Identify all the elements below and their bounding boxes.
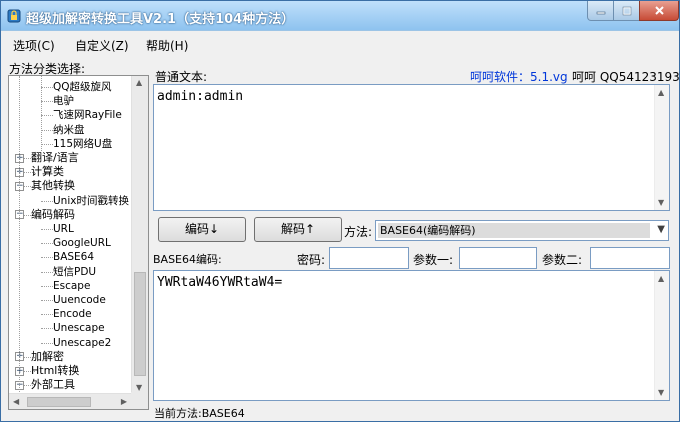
app-window: 超级加解密转换工具V2.1（支持104种方法） 选项(C) 自定义(Z) 帮助(… (0, 0, 680, 422)
tree-leaf[interactable]: 115网络U盘 (53, 137, 112, 151)
method-label: 方法: (344, 225, 373, 239)
tree-connector (41, 314, 53, 316)
tree-leaf[interactable]: 电驴 (53, 94, 74, 108)
tree-connector (41, 243, 53, 245)
password-input[interactable] (329, 247, 409, 269)
tree-node[interactable]: 加解密 (31, 350, 64, 364)
menu-options[interactable]: 选项(C) (13, 37, 55, 54)
tree-connector (41, 200, 53, 202)
tree-guide (41, 76, 42, 151)
encoded-text-area[interactable]: YWRtaW46YWRtaW4= ▲ ▼ (153, 270, 670, 401)
param1-input[interactable] (459, 247, 537, 269)
tree-leaf[interactable]: Unescape (53, 321, 105, 335)
decode-button[interactable]: 解码↑ (254, 217, 342, 242)
password-label: 密码: (297, 253, 326, 267)
plain-text-content[interactable]: admin:admin (157, 89, 243, 104)
scroll-left-arrow-icon[interactable]: ◀ (13, 397, 19, 406)
param2-label: 参数二: (542, 253, 583, 267)
tree-connector (41, 285, 53, 287)
tree-connector (41, 115, 53, 117)
status-current-method: 当前方法:BASE64 (154, 407, 245, 420)
maximize-button[interactable] (613, 1, 640, 21)
tree-connector (41, 328, 53, 330)
tree-leaf[interactable]: 纳米盘 (53, 123, 85, 137)
vendor-link[interactable]: 呵呵软件：5.1.vg (470, 68, 568, 85)
tree-connector (41, 300, 53, 301)
tree-vertical-scroll-thumb[interactable] (134, 272, 146, 376)
tree-node[interactable]: 计算类 (31, 165, 64, 179)
tree-horizontal-scroll-thumb[interactable] (27, 397, 91, 407)
title-bar[interactable]: 超级加解密转换工具V2.1（支持104种方法） (1, 1, 679, 31)
tree-leaf[interactable]: 短信PDU (53, 265, 96, 279)
encode-button[interactable]: 编码↓ (158, 217, 246, 242)
tree-connector (41, 87, 53, 88)
method-select[interactable]: BASE64(编码解码) ▼ (375, 220, 669, 241)
tree-leaf[interactable]: URL (53, 222, 74, 236)
encoded-label: BASE64编码: (153, 253, 222, 266)
tree-leaf[interactable]: Unescape2 (53, 336, 111, 350)
tree-connector (41, 129, 53, 131)
tree-leaf[interactable]: Unix时间戳转换 (53, 194, 129, 208)
app-icon (7, 9, 21, 23)
method-tree[interactable]: QQ超级旋风 电驴 飞速网RayFile 纳米盘 115网络U盘 + 翻译/语言 + 计算类 − 其… (8, 75, 149, 410)
menu-bar: 选项(C) 自定义(Z) 帮助(H) (1, 32, 679, 56)
param2-input[interactable] (590, 247, 670, 269)
tree-connector (41, 229, 53, 230)
tree-leaf[interactable]: BASE64 (53, 250, 94, 264)
minimize-button[interactable] (587, 1, 614, 21)
menu-customize[interactable]: 自定义(Z) (75, 37, 129, 54)
scroll-down-arrow-icon[interactable]: ▼ (136, 383, 142, 392)
scrollbar-corner (131, 392, 148, 409)
tree-leaf[interactable]: Escape (53, 279, 90, 293)
tree-node[interactable]: 编码解码 (31, 208, 75, 222)
menu-help[interactable]: 帮助(H) (146, 37, 188, 54)
minimize-icon (596, 11, 605, 14)
scroll-down-arrow-icon[interactable]: ▼ (658, 388, 664, 397)
close-button[interactable] (639, 1, 679, 21)
tree-leaf[interactable]: Encode (53, 307, 92, 321)
scroll-up-arrow-icon[interactable]: ▲ (658, 274, 664, 283)
scroll-right-arrow-icon[interactable]: ▶ (121, 397, 127, 406)
plain-text-area[interactable]: admin:admin ▲ ▼ (153, 84, 670, 211)
plain-text-scrollbar[interactable]: ▲ ▼ (654, 85, 669, 210)
tree-connector (41, 143, 53, 145)
scroll-down-arrow-icon[interactable]: ▼ (658, 198, 664, 207)
tree-horizontal-scrollbar[interactable]: ◀ ▶ (9, 393, 131, 409)
maximize-icon (622, 6, 631, 15)
tree-connector (41, 271, 53, 273)
tree-leaf[interactable]: QQ超级旋风 (53, 80, 112, 94)
chevron-down-icon[interactable]: ▼ (657, 224, 665, 235)
tree-connector (41, 101, 53, 103)
tree-connector (41, 257, 53, 259)
encoded-text-content[interactable]: YWRtaW46YWRtaW4= (157, 275, 282, 290)
window-title: 超级加解密转换工具V2.1（支持104种方法） (26, 12, 295, 27)
tree-leaf[interactable]: 飞速网RayFile (53, 108, 122, 122)
tree-vertical-scrollbar[interactable]: ▲ ▼ (131, 76, 148, 394)
tree-node[interactable]: 翻译/语言 (31, 151, 79, 165)
tree-node[interactable]: 其他转换 (31, 179, 75, 193)
tree-leaf[interactable]: Uuencode (53, 293, 106, 307)
qq-contact: 呵呵 QQ541231936 (572, 70, 680, 84)
tree-node[interactable]: 外部工具 (31, 378, 75, 392)
tree-node[interactable]: Html转换 (31, 364, 79, 378)
tree-leaf[interactable]: GoogleURL (53, 236, 111, 250)
param1-label: 参数一: (413, 253, 454, 267)
tree-connector (41, 342, 53, 344)
encoded-text-scrollbar[interactable]: ▲ ▼ (654, 271, 669, 400)
scroll-up-arrow-icon[interactable]: ▲ (658, 88, 664, 97)
tree-guide (19, 76, 20, 394)
close-icon (654, 6, 664, 15)
plain-text-label: 普通文本: (155, 70, 208, 84)
method-selected-value: BASE64(编码解码) (378, 223, 650, 238)
scroll-up-arrow-icon[interactable]: ▲ (136, 78, 142, 87)
